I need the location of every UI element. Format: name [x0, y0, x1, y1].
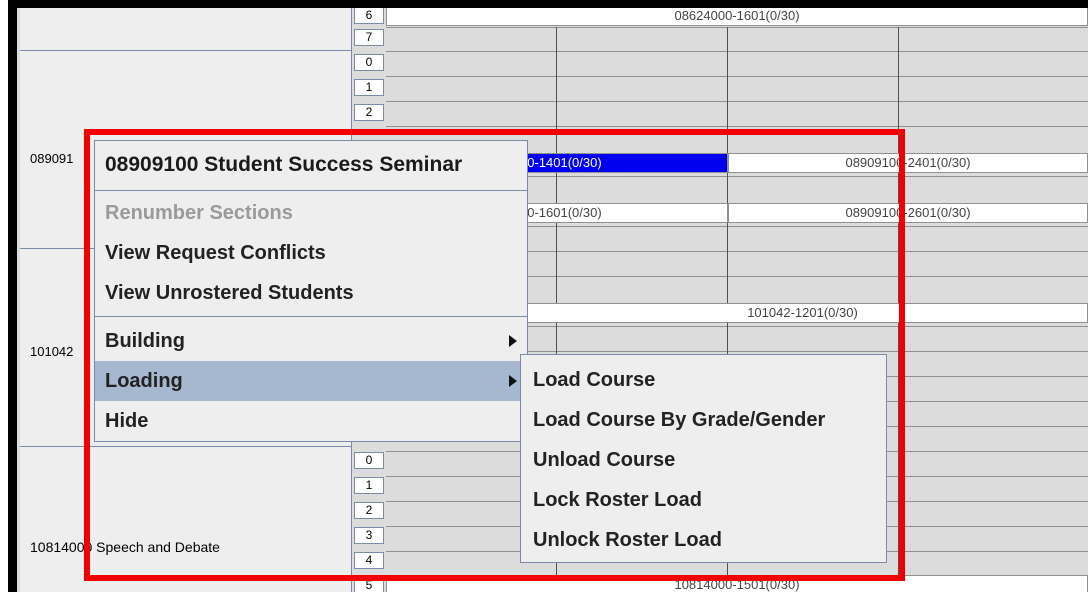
menu-separator [95, 190, 527, 191]
menu-item-unload-course[interactable]: Unload Course [523, 440, 886, 480]
period-number: 0 [354, 452, 384, 469]
grid-line [386, 51, 1088, 52]
menu-item-unlock-roster-load[interactable]: Unlock Roster Load [523, 520, 886, 560]
menu-item-renumber-sections[interactable]: Renumber Sections [95, 193, 527, 233]
period-number: 6 [354, 8, 384, 24]
screenshot-frame: 089091 101042 10814000 Speech and Debate… [0, 0, 1088, 592]
period-number: 1 [354, 79, 384, 96]
menu-item-view-unrostered-students[interactable]: View Unrostered Students [95, 273, 527, 313]
section-cell[interactable]: 101042-1201(0/30) [517, 303, 1088, 323]
section-cell[interactable]: 08909100-2601(0/30) [728, 203, 1088, 223]
menu-item-lock-roster-load[interactable]: Lock Roster Load [523, 480, 886, 520]
section-cell[interactable]: 10814000-1501(0/30) [386, 575, 1088, 592]
course-name-cell[interactable] [20, 8, 352, 50]
loading-submenu: Load Course Load Course By Grade/Gender … [520, 354, 887, 563]
period-number: 7 [354, 29, 384, 46]
section-cell-selected[interactable]: 00-1401(0/30) [517, 153, 728, 173]
section-cell[interactable]: 08624000-1601(0/30) [386, 8, 1088, 26]
grid-line [386, 76, 1088, 77]
period-number: 2 [354, 502, 384, 519]
submenu-arrow-icon [509, 335, 517, 347]
submenu-arrow-icon [509, 375, 517, 387]
menu-item-label: Loading [105, 370, 183, 392]
grid-line [386, 101, 1088, 102]
menu-item-view-request-conflicts[interactable]: View Request Conflicts [95, 233, 527, 273]
section-cell[interactable]: 00-1601(0/30) [517, 203, 728, 223]
course-name: 10814000 Speech and Debate [30, 539, 220, 555]
grid-line [386, 126, 1088, 127]
window-left-edge [8, 0, 17, 592]
period-number: 1 [354, 477, 384, 494]
menu-item-hide[interactable]: Hide [95, 401, 527, 441]
context-menu-title: 08909100 Student Success Seminar [105, 153, 463, 176]
menu-separator [95, 316, 527, 317]
period-number: 3 [354, 527, 384, 544]
window-top-edge [8, 0, 1088, 8]
menu-item-loading[interactable]: Loading [95, 361, 527, 401]
period-number: 2 [354, 104, 384, 121]
course-name-cell[interactable]: 10814000 Speech and Debate [20, 446, 352, 592]
menu-item-load-course-by-grade-gender[interactable]: Load Course By Grade/Gender [523, 400, 886, 440]
grid-line [386, 27, 1088, 28]
course-name: 101042 [30, 344, 74, 359]
menu-item-label: Building [105, 330, 185, 352]
menu-item-load-course[interactable]: Load Course [523, 360, 886, 400]
period-number: 5 [354, 577, 384, 592]
period-number: 0 [354, 54, 384, 71]
menu-item-building[interactable]: Building [95, 321, 527, 361]
period-number: 4 [354, 552, 384, 569]
section-cell[interactable]: 08909100-2401(0/30) [728, 153, 1088, 173]
context-menu: 08909100 Student Success Seminar Renumbe… [94, 140, 528, 442]
course-name: 089091 [30, 151, 74, 166]
